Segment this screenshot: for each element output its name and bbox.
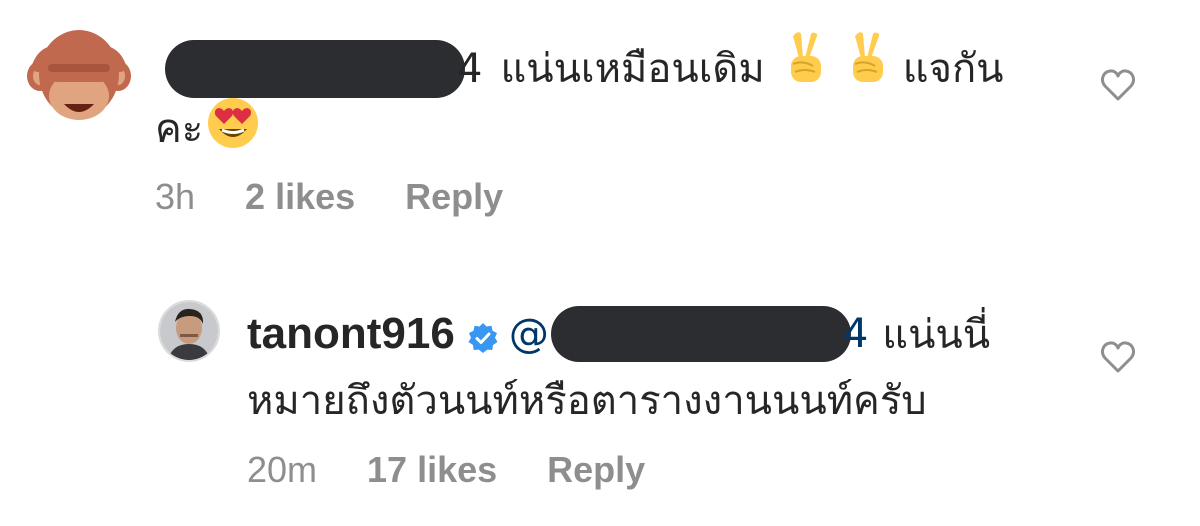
mention-at-sign[interactable]: @ [509, 311, 549, 357]
redacted-mention [550, 306, 851, 362]
comment-text-line: หมายถึงตัวนนท์หรือตารางงานนนท์ครับ [247, 368, 927, 432]
like-heart-icon[interactable] [1100, 68, 1136, 102]
comment-timestamp: 3h [155, 176, 196, 217]
comment-meta: 20m 17 likes Reply [247, 445, 695, 495]
likes-count[interactable]: 2 likes [245, 176, 355, 218]
comment-text: แน่นนี่ [882, 312, 991, 358]
comment-username[interactable]: tanont916 [247, 309, 455, 359]
comment-text: คะ [155, 106, 204, 152]
victory-hand-icon [845, 32, 889, 106]
redacted-mention [165, 40, 465, 98]
comment-meta: 3h 2 likes Reply [155, 172, 553, 222]
victory-hand-icon [783, 32, 827, 106]
commenter-avatar[interactable] [26, 26, 132, 130]
verified-badge-icon [467, 318, 499, 353]
likes-count[interactable]: 17 likes [367, 449, 497, 491]
comment-text-line: คะ [155, 96, 259, 160]
see-no-evil-monkey-icon [27, 30, 131, 120]
profile-photo-icon [160, 302, 218, 360]
heart-eyes-icon [207, 97, 259, 159]
comment-text-line: tanont916 @ 4 แน่นนี่ [247, 302, 990, 366]
comment-text: แน่นเหมือนเดิม [500, 46, 765, 92]
reply-button[interactable]: Reply [405, 176, 503, 218]
comment-text: แจกัน [902, 46, 1004, 92]
mention-tail[interactable]: 4 [843, 311, 868, 357]
mention-tail: 4 [457, 46, 483, 92]
comment-text: หมายถึงตัวนนท์หรือตารางงานนนท์ครับ [247, 378, 927, 424]
comment-timestamp: 20m [247, 449, 318, 490]
comment-text-line: 4 แน่นเหมือนเดิม แจกัน [155, 32, 1004, 106]
comment-thread: 4 แน่นเหมือนเดิม แจกัน คะ 3h 2 likes Rep… [0, 0, 1200, 526]
reply-button[interactable]: Reply [547, 449, 645, 491]
like-heart-icon[interactable] [1100, 340, 1136, 374]
user-avatar[interactable] [158, 300, 220, 362]
